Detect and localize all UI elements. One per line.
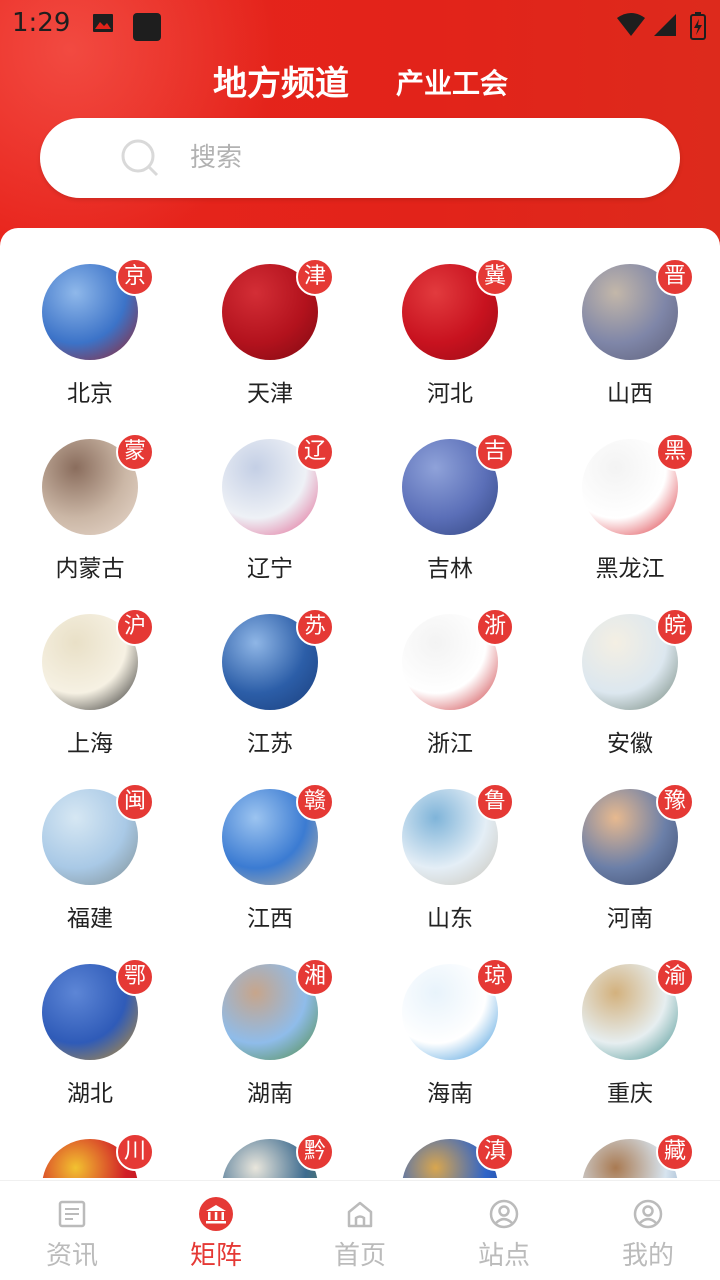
- search-icon: [121, 139, 159, 177]
- nav-item-station[interactable]: 站点: [432, 1181, 576, 1280]
- province-item[interactable]: 皖安徽: [540, 578, 720, 757]
- province-item[interactable]: 川: [0, 1103, 180, 1178]
- province-abbr-badge: 浙: [476, 608, 514, 646]
- tab-local-channel[interactable]: 地方频道: [213, 56, 349, 105]
- nav-label: 首页: [333, 1241, 386, 1271]
- province-item[interactable]: 滇: [360, 1103, 540, 1178]
- province-item[interactable]: 冀河北: [360, 228, 540, 407]
- province-item[interactable]: 藏: [540, 1103, 720, 1178]
- nav-item-news[interactable]: 资讯: [0, 1181, 144, 1280]
- home-icon: [347, 1201, 373, 1228]
- province-item[interactable]: 蒙内蒙古: [0, 403, 180, 582]
- station-icon: [489, 1199, 519, 1229]
- province-item[interactable]: 京北京: [0, 228, 180, 407]
- province-item[interactable]: 豫河南: [540, 753, 720, 932]
- province-abbr-badge: 川: [116, 1133, 154, 1171]
- province-abbr-badge: 苏: [296, 608, 334, 646]
- user-icon: [633, 1199, 663, 1229]
- province-item[interactable]: 辽辽宁: [180, 403, 360, 582]
- province-abbr-badge: 琼: [476, 958, 514, 996]
- province-item[interactable]: 渝重庆: [540, 928, 720, 1107]
- nav-item-home[interactable]: 首页: [288, 1181, 432, 1280]
- bottom-navigation: 资讯 矩阵 首页 站点 我的: [0, 1180, 720, 1280]
- app-notification-icon: [133, 13, 161, 41]
- province-item[interactable]: 闽福建: [0, 753, 180, 932]
- search-bar[interactable]: [40, 118, 680, 198]
- nav-item-bank[interactable]: 矩阵: [144, 1181, 288, 1280]
- gallery-icon: [93, 14, 113, 32]
- province-abbr-badge: 渝: [656, 958, 694, 996]
- search-input[interactable]: [190, 136, 630, 180]
- province-abbr-badge: 蒙: [116, 433, 154, 471]
- province-abbr-badge: 吉: [476, 433, 514, 471]
- province-abbr-badge: 黔: [296, 1133, 334, 1171]
- province-item[interactable]: 鄂湖北: [0, 928, 180, 1107]
- province-item[interactable]: 鲁山东: [360, 753, 540, 932]
- province-abbr-badge: 藏: [656, 1133, 694, 1171]
- province-abbr-badge: 滇: [476, 1133, 514, 1171]
- province-abbr-badge: 豫: [656, 783, 694, 821]
- province-item[interactable]: 浙浙江: [360, 578, 540, 757]
- bank-icon: [199, 1197, 233, 1231]
- nav-label: 我的: [621, 1241, 674, 1271]
- wifi-icon: [617, 13, 645, 36]
- province-abbr-badge: 冀: [476, 258, 514, 296]
- province-abbr-badge: 晋: [656, 258, 694, 296]
- province-abbr-badge: 湘: [296, 958, 334, 996]
- news-icon: [58, 1200, 86, 1228]
- province-item[interactable]: 苏江苏: [180, 578, 360, 757]
- nav-item-user[interactable]: 我的: [576, 1181, 720, 1280]
- province-abbr-badge: 沪: [116, 608, 154, 646]
- province-abbr-badge: 鲁: [476, 783, 514, 821]
- nav-label: 矩阵: [189, 1241, 242, 1271]
- tab-industry-union[interactable]: 产业工会: [396, 62, 508, 102]
- signal-icon: [654, 14, 676, 36]
- status-time: 1:29: [12, 8, 71, 38]
- province-abbr-badge: 皖: [656, 608, 694, 646]
- province-item[interactable]: 晋山西: [540, 228, 720, 407]
- province-item[interactable]: 湘湖南: [180, 928, 360, 1107]
- channel-tabs: 地方频道 产业工会: [0, 56, 720, 104]
- province-item[interactable]: 津天津: [180, 228, 360, 407]
- province-abbr-badge: 闽: [116, 783, 154, 821]
- province-abbr-badge: 辽: [296, 433, 334, 471]
- battery-charging-icon: [690, 12, 706, 40]
- province-panel: 京北京津天津冀河北晋山西蒙内蒙古辽辽宁吉吉林黑黑龙江沪上海苏江苏浙浙江皖安徽闽福…: [0, 228, 720, 1178]
- nav-label: 站点: [477, 1241, 530, 1271]
- province-abbr-badge: 鄂: [116, 958, 154, 996]
- province-abbr-badge: 赣: [296, 783, 334, 821]
- province-item[interactable]: 沪上海: [0, 578, 180, 757]
- status-bar: 1:29: [0, 0, 720, 50]
- province-item[interactable]: 黔: [180, 1103, 360, 1178]
- header-banner: 1:29 地方频道 产业工会: [0, 0, 720, 260]
- province-item[interactable]: 赣江西: [180, 753, 360, 932]
- province-abbr-badge: 津: [296, 258, 334, 296]
- province-item[interactable]: 黑黑龙江: [540, 403, 720, 582]
- province-abbr-badge: 黑: [656, 433, 694, 471]
- province-item[interactable]: 琼海南: [360, 928, 540, 1107]
- province-abbr-badge: 京: [116, 258, 154, 296]
- province-item[interactable]: 吉吉林: [360, 403, 540, 582]
- nav-label: 资讯: [45, 1241, 98, 1271]
